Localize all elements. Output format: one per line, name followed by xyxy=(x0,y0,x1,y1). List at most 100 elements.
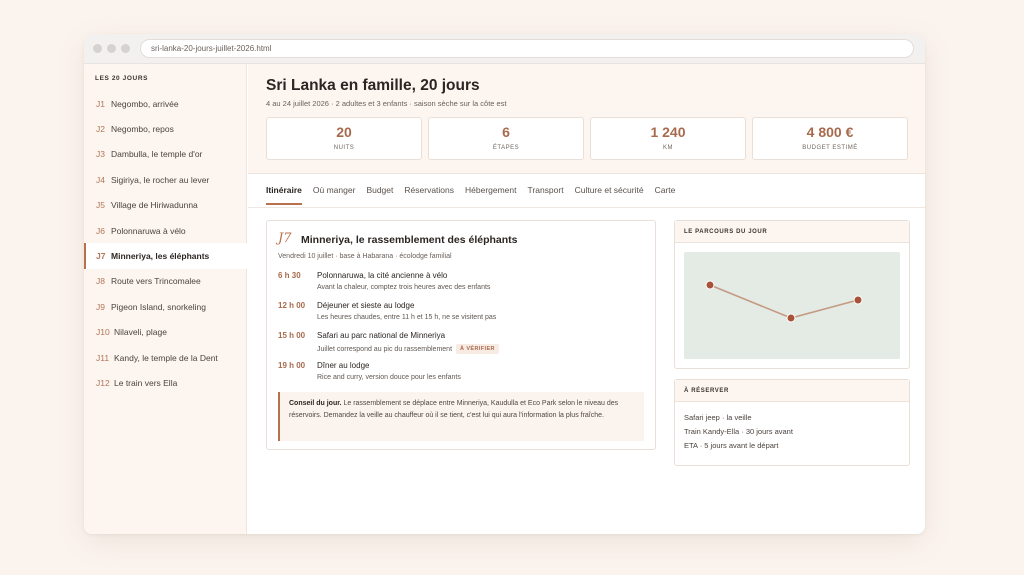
day-label: Nilaveli, plage xyxy=(114,327,167,338)
day-label: Minneriya, les éléphants xyxy=(111,251,210,262)
day-number: J12 xyxy=(96,377,110,388)
schedule-desc: Juillet correspond au pic du rassembleme… xyxy=(317,344,499,354)
day-title: Minneriya, le rassemblement des éléphant… xyxy=(301,234,518,246)
reserve-item: Safari jeep · la veille xyxy=(684,413,752,422)
day-label: Polonnaruwa à vélo xyxy=(111,225,186,236)
schedule-time: 15 h 00 xyxy=(278,331,306,340)
day-number: J1 xyxy=(96,98,105,109)
sidebar-item-j11[interactable]: J11 Kandy, le temple de la Dent xyxy=(84,345,247,370)
tab-budget[interactable]: Budget xyxy=(366,174,393,207)
tab-itineraire[interactable]: Itinéraire xyxy=(266,174,302,207)
section-tabs: Itinéraire Où manger Budget Réservations… xyxy=(266,174,686,207)
route-point-end[interactable] xyxy=(853,295,863,305)
day-label: Village de Hiriwadunna xyxy=(111,200,198,211)
main-content: Sri Lanka en famille, 20 jours 4 au 24 j… xyxy=(248,64,925,534)
stat-label: BUDGET ESTIMÉ xyxy=(802,145,858,151)
title-bar: sri-lanka-20-jours-juillet-2026.html xyxy=(84,34,925,64)
days-sidebar: LES 20 JOURS J1 Negombo, arrivée J2 Negomb… xyxy=(84,64,247,534)
sidebar-item-j9[interactable]: J9 Pigeon Island, snorkeling xyxy=(84,294,247,319)
stats-row: 20 NUITS 6 ÉTAPES 1 240 KM 4 800 € BUDGET ES… xyxy=(266,117,908,160)
day-card: J7 Minneriya, le rassemblement des éléph… xyxy=(266,220,656,450)
schedule-title: Déjeuner et sieste au lodge xyxy=(317,301,415,310)
sidebar-item-j6[interactable]: J6 Polonnaruwa à vélo xyxy=(84,218,247,243)
route-point-middle[interactable] xyxy=(786,313,796,323)
tab-culture-securite[interactable]: Culture et sécurité xyxy=(575,174,644,207)
sidebar-item-j3[interactable]: J3 Dambulla, le temple d'or xyxy=(84,142,247,167)
route-line xyxy=(709,284,859,319)
stat-card-nights: 20 NUITS xyxy=(266,117,422,160)
stat-card-stages: 6 ÉTAPES xyxy=(428,117,584,160)
day-number: J5 xyxy=(96,200,105,211)
stat-card-budget: 4 800 € BUDGET ESTIMÉ xyxy=(752,117,908,160)
route-panel: LE PARCOURS DU JOUR xyxy=(674,220,910,369)
address-bar[interactable]: sri-lanka-20-jours-juillet-2026.html xyxy=(140,39,914,58)
day-label: Negombo, repos xyxy=(111,124,174,135)
schedule-desc: Rice and curry, version douce pour les e… xyxy=(317,374,461,381)
sidebar-item-j7[interactable]: J7 Minneriya, les éléphants xyxy=(84,243,247,270)
page-subtitle: 4 au 24 juillet 2026 · 2 adultes et 3 en… xyxy=(266,99,507,108)
route-map[interactable] xyxy=(684,252,900,359)
stat-value: 6 xyxy=(502,124,510,140)
browser-window: sri-lanka-20-jours-juillet-2026.html LES… xyxy=(84,34,925,534)
day-label: Kandy, le temple de la Dent xyxy=(114,352,218,363)
tab-hebergement[interactable]: Hébergement xyxy=(465,174,517,207)
window-maximize-button[interactable] xyxy=(121,44,130,53)
day-subtitle: Vendredi 10 juillet · base à Habarana · … xyxy=(278,253,452,260)
reserve-panel-title: À RÉSERVER xyxy=(675,380,909,402)
schedule-title: Dîner au lodge xyxy=(317,361,370,370)
sidebar-item-j2[interactable]: J2 Negombo, repos xyxy=(84,116,247,141)
day-number: J11 xyxy=(96,352,110,363)
stat-value: 1 240 xyxy=(650,124,686,140)
sidebar-title: LES 20 JOURS xyxy=(95,75,149,82)
tab-reservations[interactable]: Réservations xyxy=(404,174,454,207)
schedule-title: Polonnaruwa, la cité ancienne à vélo xyxy=(317,271,448,280)
stat-label: KM xyxy=(663,145,673,151)
trip-header: Sri Lanka en famille, 20 jours 4 au 24 j… xyxy=(248,64,925,174)
page-title: Sri Lanka en famille, 20 jours xyxy=(266,77,480,94)
stat-label: NUITS xyxy=(333,145,355,151)
sidebar-item-j10[interactable]: J10 Nilaveli, plage xyxy=(84,320,247,345)
day-label: Sigiriya, le rocher au lever xyxy=(111,174,210,185)
schedule-time: 6 h 30 xyxy=(278,271,301,280)
window-minimize-button[interactable] xyxy=(107,44,116,53)
reserve-item: ETA · 5 jours avant le départ xyxy=(684,441,779,450)
day-tip: Conseil du jour. Le rassemblement se dép… xyxy=(278,392,644,441)
sidebar-item-j5[interactable]: J5 Village de Hiriwadunna xyxy=(84,193,247,218)
tab-carte[interactable]: Carte xyxy=(655,174,676,207)
day-label: Route vers Trincomalee xyxy=(111,276,201,287)
sidebar-item-j12[interactable]: J12 Le train vers Ella xyxy=(84,370,247,395)
day-label: Dambulla, le temple d'or xyxy=(111,149,203,160)
schedule-time: 19 h 00 xyxy=(278,361,306,370)
day-label: Negombo, arrivée xyxy=(111,98,179,109)
day-label: Pigeon Island, snorkeling xyxy=(111,301,206,312)
sidebar-day-list: J1 Negombo, arrivée J2 Negombo, repos J3 Da… xyxy=(84,91,247,396)
tab-transport[interactable]: Transport xyxy=(528,174,564,207)
schedule-title: Safari au parc national de Minneriya xyxy=(317,331,446,340)
day-number: J6 xyxy=(96,225,105,236)
day-number: J7 xyxy=(96,251,106,262)
tabs-divider xyxy=(248,207,925,208)
day-number: J8 xyxy=(96,276,105,287)
day-number: J10 xyxy=(96,327,110,338)
schedule-time: 12 h 00 xyxy=(278,301,306,310)
sidebar-item-j8[interactable]: J8 Route vers Trincomalee xyxy=(84,269,247,294)
verify-badge: À VÉRIFIER xyxy=(456,344,499,354)
day-tag: J7 xyxy=(278,231,292,246)
reserve-panel: À RÉSERVER Safari jeep · la veille Train… xyxy=(674,379,910,466)
window-close-button[interactable] xyxy=(93,44,102,53)
reserve-item: Train Kandy-Ella · 30 jours avant xyxy=(684,427,793,436)
stat-value: 20 xyxy=(336,124,352,140)
stat-label: ÉTAPES xyxy=(492,145,520,151)
tip-label: Conseil du jour. xyxy=(289,400,342,407)
day-number: J2 xyxy=(96,124,105,135)
tab-ou-manger[interactable]: Où manger xyxy=(313,174,356,207)
route-map-svg xyxy=(705,280,863,323)
stat-card-km: 1 240 KM xyxy=(590,117,746,160)
day-number: J3 xyxy=(96,149,105,160)
sidebar-item-j4[interactable]: J4 Sigiriya, le rocher au lever xyxy=(84,167,247,192)
sidebar-item-j1[interactable]: J1 Negombo, arrivée xyxy=(84,91,247,116)
schedule-desc: Avant la chaleur, comptez trois heures a… xyxy=(317,284,491,291)
route-point-start[interactable] xyxy=(705,280,715,290)
schedule-desc-text: Juillet correspond au pic du rassembleme… xyxy=(317,346,453,353)
day-label: Le train vers Ella xyxy=(114,377,178,388)
